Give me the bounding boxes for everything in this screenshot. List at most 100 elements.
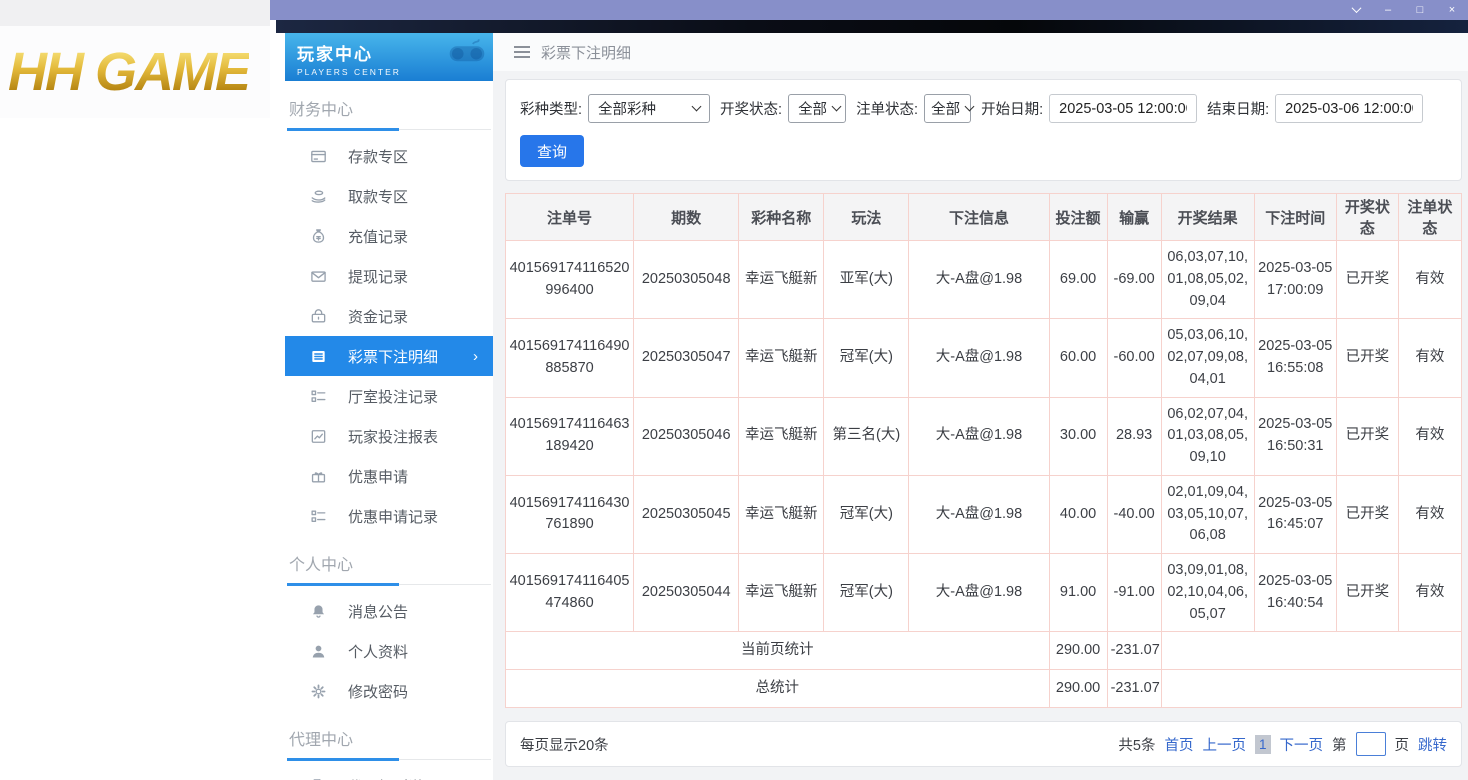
- summary-row: 总统计290.00-231.07: [506, 670, 1462, 708]
- bet-order-no: 401569174116490885870: [506, 319, 634, 397]
- column-header: 开奖状态: [1336, 194, 1398, 241]
- column-header: 期数: [634, 194, 739, 241]
- sidebar-item-recharge-records[interactable]: 充值记录: [285, 216, 493, 256]
- window-collapse-button[interactable]: [1340, 0, 1372, 20]
- jump-link[interactable]: 跳转: [1418, 734, 1447, 755]
- sidebar-item-deposit-zone[interactable]: 存款专区: [285, 136, 493, 176]
- table-row: 40156917411646318942020250305046幸运飞艇新第三名…: [506, 397, 1462, 475]
- jump-prefix-label: 第: [1332, 734, 1347, 755]
- bet-amount: 69.00: [1049, 241, 1107, 319]
- bet-info: 大-A盘@1.98: [909, 554, 1049, 632]
- draw-status: 已开奖: [1336, 475, 1398, 553]
- lottery-type-label: 彩种类型:: [520, 98, 582, 119]
- period-number: 20250305045: [634, 475, 739, 553]
- play-method: 冠军(大): [824, 475, 909, 553]
- column-header: 注单号: [506, 194, 634, 241]
- draw-result: 06,02,07,04,01,03,08,05,09,10: [1161, 397, 1254, 475]
- bet-amount: 91.00: [1049, 554, 1107, 632]
- sidebar-item-withdraw-zone[interactable]: 取款专区: [285, 176, 493, 216]
- window-maximize-button[interactable]: □: [1404, 0, 1436, 20]
- page-jump-input[interactable]: [1356, 732, 1386, 756]
- site-logo: HH GAME: [0, 26, 270, 118]
- total-count: 共5条: [1118, 734, 1155, 755]
- sidebar-item-profile[interactable]: 个人资料: [285, 631, 493, 671]
- summary-win-loss: -231.07: [1107, 632, 1161, 670]
- column-header: 投注额: [1049, 194, 1107, 241]
- order-status-select[interactable]: 全部: [924, 94, 971, 123]
- lottery-type-select[interactable]: 全部彩种: [588, 94, 710, 123]
- sidebar-item-change-password[interactable]: 修改密码: [285, 671, 493, 711]
- win-loss: -60.00: [1107, 319, 1161, 397]
- window-close-button[interactable]: ×: [1436, 0, 1468, 20]
- window-minimize-button[interactable]: –: [1372, 0, 1404, 20]
- sidebar-item-label: 提现记录: [348, 266, 408, 287]
- sidebar-item-lottery-bet-details[interactable]: 彩票下注明细›: [285, 336, 493, 376]
- order-status: 有效: [1398, 475, 1461, 553]
- draw-status: 已开奖: [1336, 397, 1398, 475]
- summary-empty: [1161, 670, 1461, 708]
- main-content: 彩票下注明细 彩种类型: 全部彩种 开奖状态: 全部 注单状态: 全部: [493, 33, 1468, 780]
- hamburger-icon[interactable]: [514, 46, 530, 58]
- sidebar-section-title: 代理中心: [287, 726, 491, 760]
- start-date-label: 开始日期:: [981, 98, 1043, 119]
- gear-icon: [310, 683, 327, 700]
- top-dark-strip: [276, 20, 1468, 33]
- bet-order-no: 401569174116405474860: [506, 554, 634, 632]
- grid-list-icon: [310, 508, 327, 525]
- order-status: 有效: [1398, 554, 1461, 632]
- summary-label: 总统计: [506, 670, 1050, 708]
- gamepad-icon: [447, 37, 487, 72]
- gift-icon: [310, 468, 327, 485]
- bet-time: 2025-03-05 16:50:31: [1254, 397, 1336, 475]
- draw-status: 已开奖: [1336, 241, 1398, 319]
- bet-time: 2025-03-05 16:45:07: [1254, 475, 1336, 553]
- draw-result: 02,01,09,04,03,05,10,07,06,08: [1161, 475, 1254, 553]
- play-method: 冠军(大): [824, 554, 909, 632]
- first-page-link[interactable]: 首页: [1164, 734, 1193, 755]
- page-header: 彩票下注明细: [493, 33, 1468, 71]
- sidebar-item-label: 厅室投注记录: [348, 386, 438, 407]
- draw-status: 已开奖: [1336, 554, 1398, 632]
- jump-suffix-label: 页: [1395, 734, 1410, 755]
- sidebar-item-label: 资金记录: [348, 306, 408, 327]
- draw-status-select[interactable]: 全部: [788, 94, 846, 123]
- start-date-input[interactable]: [1049, 94, 1197, 123]
- bet-time: 2025-03-05 16:40:54: [1254, 554, 1336, 632]
- draw-status-value: 全部: [798, 98, 827, 119]
- column-header: 输赢: [1107, 194, 1161, 241]
- sidebar-item-messages[interactable]: 消息公告: [285, 591, 493, 631]
- sidebar-item-hall-bet-records[interactable]: 厅室投注记录: [285, 376, 493, 416]
- chevron-down-icon: [965, 102, 975, 112]
- current-page-badge[interactable]: 1: [1255, 735, 1271, 754]
- chevron-down-icon: [692, 102, 702, 112]
- sidebar-item-label: 取款专区: [348, 186, 408, 207]
- prev-page-link[interactable]: 上一页: [1202, 734, 1246, 755]
- period-number: 20250305046: [634, 397, 739, 475]
- lottery-name: 幸运飞艇新: [739, 319, 824, 397]
- win-loss: -91.00: [1107, 554, 1161, 632]
- sidebar-item-label: 个人资料: [348, 641, 408, 662]
- report-icon: [310, 428, 327, 445]
- play-method: 亚军(大): [824, 241, 909, 319]
- bet-amount: 30.00: [1049, 397, 1107, 475]
- lottery-name: 幸运飞艇新: [739, 241, 824, 319]
- sidebar-item-promo-apply[interactable]: 优惠申请: [285, 456, 493, 496]
- next-page-link[interactable]: 下一页: [1280, 734, 1324, 755]
- user-icon: [310, 643, 327, 660]
- query-button[interactable]: 查询: [520, 135, 584, 167]
- summary-label: 当前页统计: [506, 632, 1050, 670]
- chevron-down-icon: [1351, 3, 1361, 13]
- order-status: 有效: [1398, 397, 1461, 475]
- summary-empty: [1161, 632, 1461, 670]
- logo-top-strip: [0, 0, 270, 26]
- sidebar-item-fund-records[interactable]: 资金记录: [285, 296, 493, 336]
- sidebar-item-withdraw-records[interactable]: 提现记录: [285, 256, 493, 296]
- summary-bet-total: 290.00: [1049, 670, 1107, 708]
- end-date-input[interactable]: [1275, 94, 1423, 123]
- sidebar-item-player-bet-report[interactable]: 玩家投注报表: [285, 416, 493, 456]
- bell-icon: [310, 603, 327, 620]
- sidebar-item-promo-apply-records[interactable]: 优惠申请记录: [285, 496, 493, 536]
- sidebar-item-agent-rules[interactable]: 代理规则说明: [285, 766, 493, 780]
- app-window: 玩家中心 PLAYERS CENTER 财务中心存款专区取款专区充值记录提现记录…: [276, 33, 1468, 780]
- bet-info: 大-A盘@1.98: [909, 397, 1049, 475]
